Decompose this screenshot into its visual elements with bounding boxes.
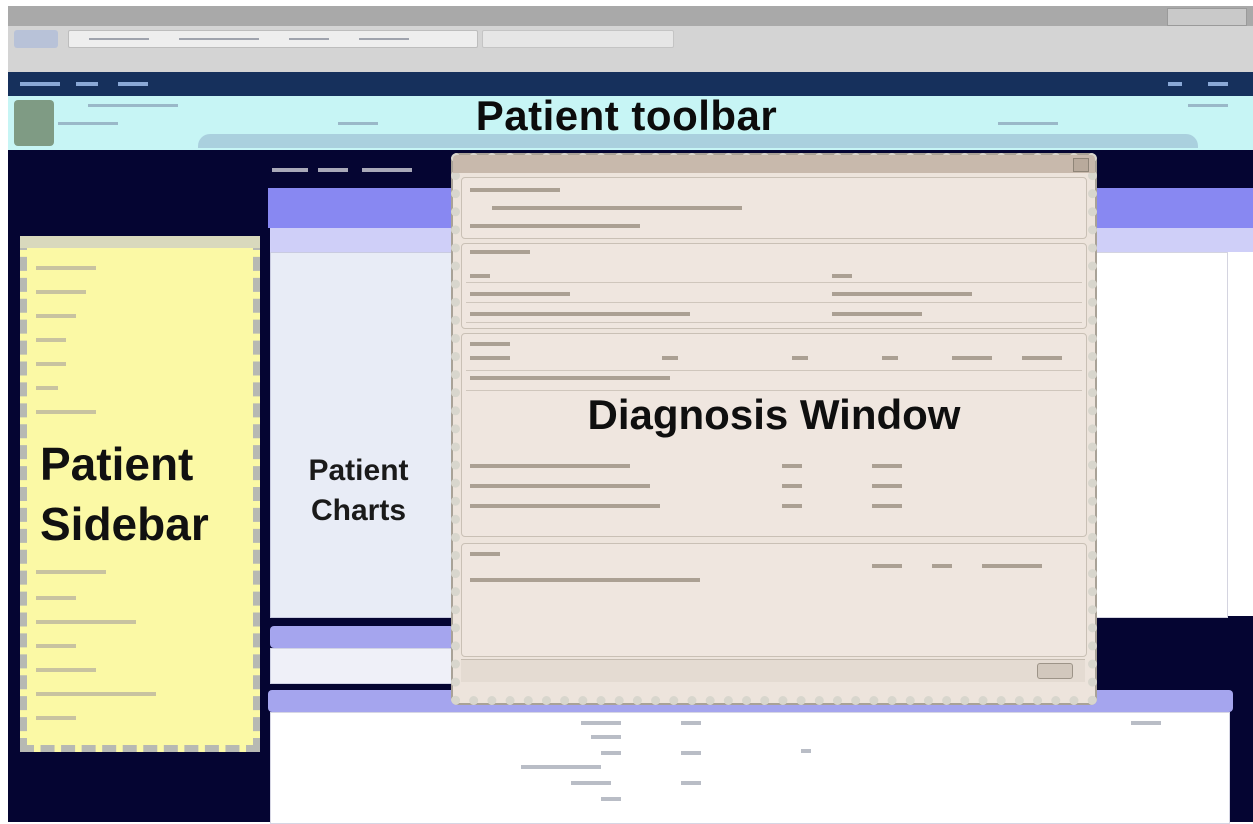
patient-sidebar: Patient Sidebar — [20, 236, 260, 752]
close-icon[interactable] — [1073, 158, 1089, 172]
address-bar[interactable] — [68, 30, 478, 48]
back-arrow-icon[interactable] — [14, 30, 58, 48]
diagnosis-section-2 — [461, 243, 1087, 329]
charts-secondary-bar — [270, 626, 454, 648]
diagnosis-action-button[interactable] — [1037, 663, 1073, 679]
right-panel[interactable] — [1094, 252, 1228, 618]
window-controls[interactable] — [1167, 8, 1247, 26]
diagnosis-titlebar[interactable] — [453, 155, 1095, 173]
patient-charts-panel[interactable]: Patient Charts — [270, 252, 452, 618]
diagnosis-section-4 — [461, 543, 1087, 657]
patient-toolbar-label: Patient toolbar — [475, 92, 778, 139]
bottom-panel[interactable] — [270, 712, 1230, 824]
patient-sidebar-label: Patient Sidebar — [40, 438, 209, 550]
charts-secondary-panel[interactable] — [270, 648, 456, 684]
diagnosis-section-1 — [461, 177, 1087, 239]
charts-header — [268, 150, 453, 188]
browser-titlebar — [8, 6, 1253, 26]
diagnosis-footer — [461, 659, 1085, 682]
right-strip — [1228, 252, 1253, 616]
right-panel-band — [1094, 188, 1253, 228]
right-panel-subheader — [1094, 228, 1253, 252]
diagnosis-window[interactable]: Diagnosis Window — [451, 153, 1097, 705]
diagnosis-window-label: Diagnosis Window — [587, 391, 961, 438]
patient-charts-label: Patient Charts — [308, 454, 409, 527]
browser-search-box[interactable] — [482, 30, 674, 48]
